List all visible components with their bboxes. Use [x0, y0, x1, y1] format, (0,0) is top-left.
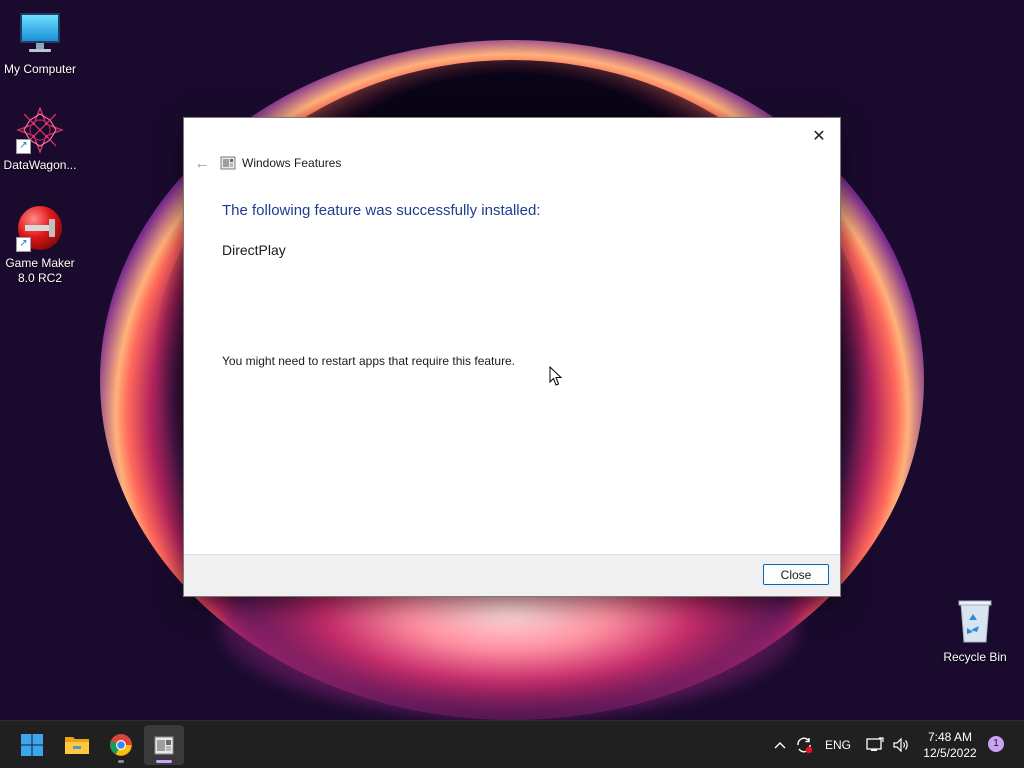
- desktop-icon-my-computer[interactable]: My Computer: [0, 10, 80, 77]
- back-arrow-icon[interactable]: ←: [190, 152, 214, 174]
- desktop-icon-game-maker[interactable]: ↗ Game Maker 8.0 RC2: [0, 204, 80, 286]
- network-icon[interactable]: [864, 721, 886, 768]
- windows-start-icon: [21, 734, 43, 756]
- taskbar-chrome[interactable]: [101, 725, 141, 765]
- close-icon[interactable]: ✕: [804, 122, 834, 148]
- desktop-icon-recycle-bin[interactable]: Recycle Bin: [935, 598, 1015, 665]
- active-indicator: [156, 760, 172, 763]
- desktop-icon-label: Game Maker 8.0 RC2: [5, 256, 75, 285]
- volume-icon[interactable]: [890, 721, 912, 768]
- clock-date: 12/5/2022: [923, 746, 977, 760]
- dialog-footer: Close: [184, 554, 840, 596]
- datawagon-icon: ↗: [16, 106, 64, 154]
- tray-overflow-icon[interactable]: [770, 721, 790, 768]
- language-indicator[interactable]: ENG: [822, 721, 854, 768]
- taskbar-windows-features[interactable]: [144, 725, 184, 765]
- desktop-icon-label: DataWagon...: [3, 158, 77, 172]
- restart-note: You might need to restart apps that requ…: [222, 354, 516, 368]
- windows-features-dialog: ✕ ← Windows Features The following featu…: [184, 118, 840, 596]
- windows-features-icon: [154, 736, 174, 755]
- sync-icon[interactable]: [794, 721, 814, 768]
- desktop-icon-datawagon[interactable]: ↗ DataWagon...: [0, 106, 80, 173]
- installed-feature-name: DirectPlay: [222, 242, 286, 258]
- recycle-bin-icon: [951, 598, 999, 646]
- dialog-header: ← Windows Features: [190, 152, 342, 174]
- taskbar: ENG 7:48 AM 12/5/2022: [0, 720, 1024, 768]
- clock[interactable]: 7:48 AM 12/5/2022: [916, 729, 984, 761]
- clock-time: 7:48 AM: [927, 730, 973, 744]
- desktop: My Computer ↗ DataWagon... ↗ Game Maker …: [0, 0, 1024, 768]
- dialog-title: Windows Features: [242, 156, 342, 170]
- desktop-icon-label: Recycle Bin: [943, 650, 1007, 664]
- chrome-icon: [110, 734, 132, 756]
- windows-features-icon: [220, 155, 236, 171]
- shortcut-arrow-icon: ↗: [16, 237, 31, 252]
- start-button[interactable]: [12, 725, 52, 765]
- success-heading: The following feature was successfully i…: [222, 202, 541, 219]
- notification-badge[interactable]: 1: [988, 736, 1004, 752]
- desktop-icon-label: My Computer: [3, 62, 77, 76]
- mouse-cursor-icon: [549, 365, 563, 387]
- shortcut-arrow-icon: ↗: [16, 139, 31, 154]
- folder-icon: [65, 737, 89, 754]
- game-maker-icon: ↗: [16, 204, 64, 252]
- close-button[interactable]: Close: [763, 564, 829, 585]
- running-indicator: [118, 760, 124, 763]
- taskbar-file-explorer[interactable]: [57, 725, 97, 765]
- monitor-icon: [16, 10, 64, 58]
